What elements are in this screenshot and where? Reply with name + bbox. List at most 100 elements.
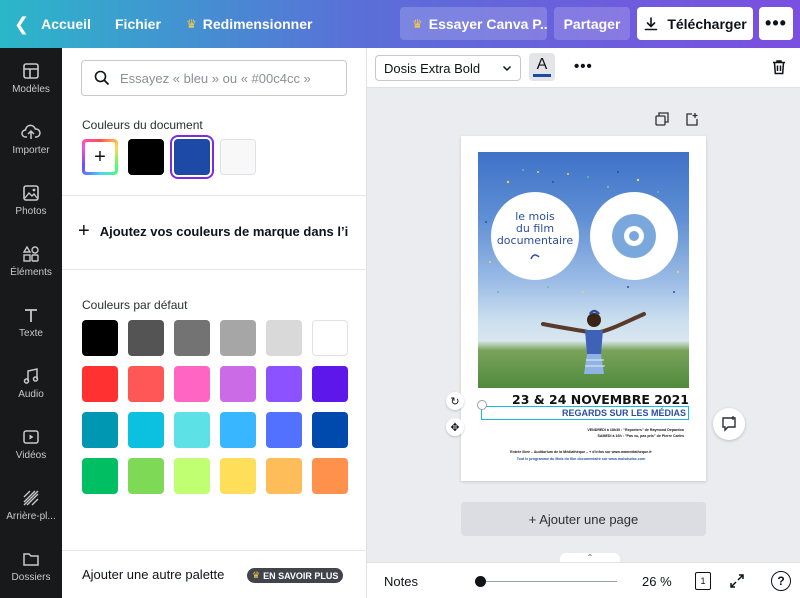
- editor-toolbar: Dosis Extra Bold A •••: [367, 48, 800, 88]
- default-color-swatch[interactable]: [128, 320, 164, 356]
- rail-item-upload[interactable]: Importer: [0, 109, 62, 170]
- zoom-level[interactable]: 26 %: [642, 574, 672, 589]
- help-button[interactable]: ?: [771, 571, 791, 591]
- download-icon: [645, 16, 658, 30]
- download-button[interactable]: Télécharger: [637, 7, 753, 40]
- rail-label: Photos: [15, 206, 47, 217]
- try-pro-label: Essayer Canva P...: [428, 15, 547, 32]
- try-pro-button[interactable]: ♛ Essayer Canva P...: [400, 7, 547, 40]
- default-color-swatch[interactable]: [266, 458, 302, 494]
- default-color-swatch[interactable]: [174, 412, 210, 448]
- default-color-swatch[interactable]: [312, 366, 348, 402]
- delete-button[interactable]: [770, 58, 788, 81]
- share-label: Partager: [563, 15, 621, 32]
- toolbar-more-button[interactable]: •••: [574, 58, 593, 75]
- color-search-input[interactable]: Essayez « bleu » ou « #00c4cc »: [81, 60, 347, 96]
- default-color-swatch[interactable]: [266, 366, 302, 402]
- crown-icon: ♛: [412, 16, 423, 31]
- rail-item-templates[interactable]: Modèles: [0, 48, 62, 109]
- default-color-swatch[interactable]: [174, 458, 210, 494]
- add-comment-button[interactable]: [713, 408, 745, 440]
- add-page-icon-button[interactable]: [685, 112, 699, 131]
- default-color-swatch[interactable]: [82, 366, 118, 402]
- default-color-swatch[interactable]: [82, 412, 118, 448]
- poster-photo[interactable]: le mois du film documentaire: [478, 152, 689, 388]
- resize-handle[interactable]: [477, 400, 487, 410]
- default-color-swatch[interactable]: [128, 458, 164, 494]
- poster-date[interactable]: 23 & 24 NOVEMBRE 2021: [478, 392, 689, 407]
- default-color-swatch[interactable]: [82, 320, 118, 356]
- add-color-button[interactable]: +: [82, 139, 118, 175]
- folder-icon: [23, 553, 39, 566]
- rail-label: Audio: [18, 389, 44, 400]
- doc-color-swatch[interactable]: [220, 139, 256, 175]
- notes-button[interactable]: Notes: [384, 574, 418, 589]
- poster-line-2[interactable]: SAMEDI à 16h : "Pas vu, pas pris" de Pie…: [478, 434, 685, 439]
- poster-subtitle-selected[interactable]: REGARDS SUR LES MÉDIAS: [481, 406, 689, 420]
- doc-color-swatch[interactable]: [128, 139, 164, 175]
- doc-color-swatch[interactable]: [174, 139, 210, 175]
- rail-item-photos[interactable]: Photos: [0, 170, 62, 231]
- rotate-handle[interactable]: ↻: [446, 392, 464, 410]
- more-options-button[interactable]: •••: [759, 7, 793, 40]
- add-page-button[interactable]: + Ajouter une page: [461, 502, 706, 536]
- zoom-slider[interactable]: [477, 581, 617, 582]
- move-handle[interactable]: ✥: [446, 418, 464, 436]
- rail-item-videos[interactable]: Vidéos: [0, 414, 62, 475]
- learn-more-button[interactable]: ♛ EN SAVOIR PLUS: [247, 568, 344, 583]
- trash-icon: [773, 60, 785, 75]
- zoom-slider-knob[interactable]: [475, 576, 486, 587]
- text-color-button[interactable]: A: [529, 53, 555, 81]
- text-color-a-icon: A: [536, 56, 548, 73]
- fullscreen-button[interactable]: [729, 573, 745, 594]
- add-brand-colors-button[interactable]: + Ajoutez vos couleurs de marque dans l’…: [78, 220, 348, 243]
- default-color-swatch[interactable]: [220, 458, 256, 494]
- default-color-swatch[interactable]: [82, 458, 118, 494]
- poster-line-4[interactable]: Tout le programme du Mois du film docume…: [478, 457, 684, 462]
- divider: [62, 269, 367, 270]
- plus-icon: +: [78, 220, 90, 242]
- default-color-swatch[interactable]: [220, 366, 256, 402]
- search-placeholder: Essayez « bleu » ou « #00c4cc »: [120, 70, 311, 86]
- status-bar: Notes 26 % 1 ?: [367, 562, 800, 598]
- video-icon: [23, 430, 39, 444]
- resize-button[interactable]: ♛ Redimensionner: [186, 0, 312, 48]
- another-palette-label[interactable]: Ajouter une autre palette: [82, 567, 224, 582]
- default-color-swatch[interactable]: [220, 412, 256, 448]
- default-colors-title: Couleurs par défaut: [82, 298, 188, 312]
- chevron-left-icon: ❮: [14, 13, 30, 34]
- default-color-swatch[interactable]: [220, 320, 256, 356]
- poster-line-1[interactable]: VENDREDI à 18h30 : "Reporters" de Raymon…: [478, 428, 684, 433]
- default-color-swatch[interactable]: [174, 366, 210, 402]
- rail-label: Texte: [19, 328, 43, 339]
- dancer-figure: [541, 309, 646, 374]
- default-color-swatch[interactable]: [266, 412, 302, 448]
- rail-item-background[interactable]: Arrière-pl...: [0, 475, 62, 536]
- rail-item-elements[interactable]: Éléments: [0, 231, 62, 292]
- default-color-swatch[interactable]: [174, 320, 210, 356]
- rail-label: Éléments: [10, 267, 52, 278]
- file-menu-button[interactable]: Fichier: [115, 0, 161, 48]
- crown-icon: ♛: [186, 17, 197, 31]
- default-color-swatch[interactable]: [312, 458, 348, 494]
- add-page-icon: [686, 113, 698, 126]
- default-color-swatch[interactable]: [266, 320, 302, 356]
- top-bar: ❮ Accueil Fichier ♛ Redimensionner ♛ Ess…: [0, 0, 800, 48]
- circle-ring: [590, 192, 678, 280]
- poster-line-3[interactable]: Entrée libre – Auditorium de la Médiathè…: [478, 450, 684, 455]
- doc-colors-title: Couleurs du document: [82, 118, 203, 132]
- home-button[interactable]: ❮ Accueil: [14, 0, 91, 48]
- chevron-down-icon: [502, 65, 512, 72]
- font-family-select[interactable]: Dosis Extra Bold: [375, 55, 521, 81]
- default-color-swatch[interactable]: [128, 366, 164, 402]
- rail-item-folders[interactable]: Dossiers: [0, 536, 62, 597]
- default-color-swatch[interactable]: [312, 412, 348, 448]
- rail-item-text[interactable]: Texte: [0, 292, 62, 353]
- duplicate-page-button[interactable]: [655, 112, 669, 131]
- default-color-swatch[interactable]: [128, 412, 164, 448]
- rail-item-audio[interactable]: Audio: [0, 353, 62, 414]
- page-count-button[interactable]: 1: [695, 572, 711, 590]
- design-page[interactable]: le mois du film documentaire 23 & 24 NOV…: [461, 136, 706, 481]
- default-color-swatch[interactable]: [312, 320, 348, 356]
- share-button[interactable]: Partager: [554, 7, 630, 40]
